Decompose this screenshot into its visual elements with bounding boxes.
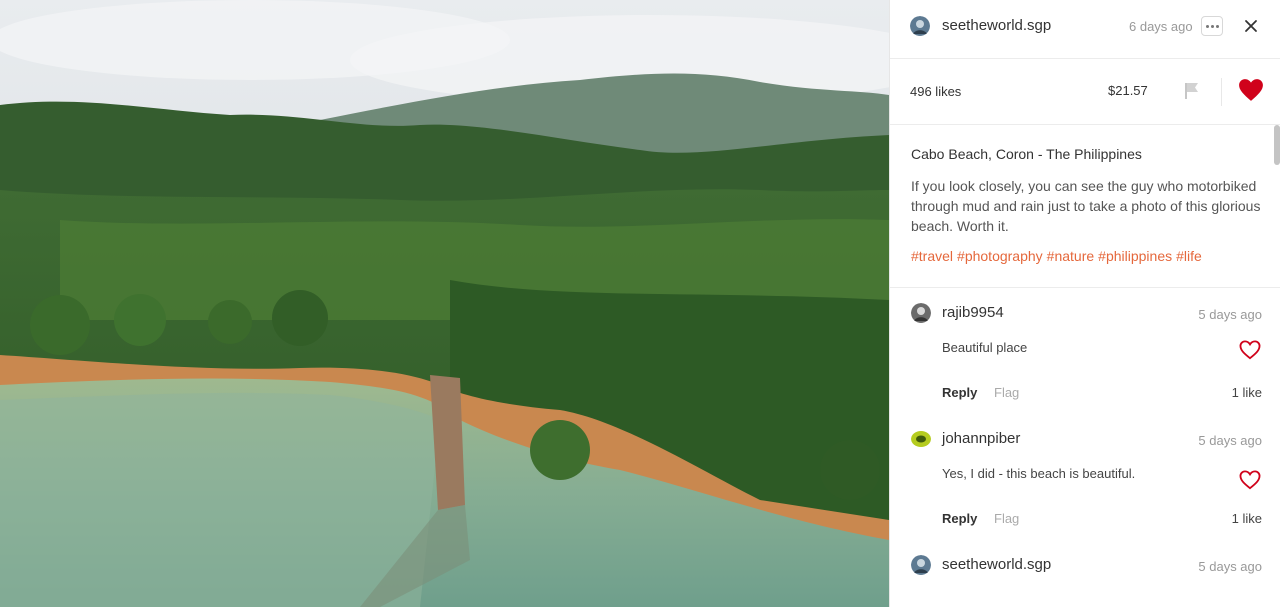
comment-likes[interactable]: 1 like bbox=[1232, 511, 1262, 526]
post-tags: #travel #photography #nature #philippines #l… bbox=[911, 248, 1261, 264]
flag-button[interactable]: Flag bbox=[994, 511, 1019, 526]
heart-icon[interactable] bbox=[1238, 78, 1264, 102]
comments-divider bbox=[890, 287, 1280, 288]
post-stats-bar: 496 likes $21.57 bbox=[890, 58, 1280, 125]
post-header: seetheworld.sgp 6 days ago bbox=[890, 0, 1280, 59]
commenter-avatar[interactable] bbox=[911, 555, 931, 575]
commenter-username[interactable]: seetheworld.sgp bbox=[942, 556, 1051, 573]
comment-timestamp: 5 days ago bbox=[1198, 559, 1262, 574]
tag-link[interactable]: #life bbox=[1176, 248, 1202, 264]
comment-likes[interactable]: 1 like bbox=[1232, 385, 1262, 400]
comment-timestamp: 5 days ago bbox=[1198, 433, 1262, 448]
payout-amount[interactable]: $21.57 bbox=[1108, 83, 1148, 98]
author-avatar[interactable] bbox=[910, 16, 930, 36]
commenter-avatar[interactable] bbox=[911, 429, 931, 449]
post-title: Cabo Beach, Coron - The Philippines bbox=[911, 146, 1142, 162]
post-photo[interactable] bbox=[0, 0, 889, 607]
beach-landscape-image bbox=[0, 0, 889, 607]
comment-timestamp: 5 days ago bbox=[1198, 307, 1262, 322]
tag-link[interactable]: #philippines bbox=[1098, 248, 1172, 264]
more-icon[interactable] bbox=[1201, 16, 1223, 36]
flag-button[interactable]: Flag bbox=[994, 385, 1019, 400]
post-detail-panel: seetheworld.sgp 6 days ago 496 likes $21… bbox=[889, 0, 1280, 607]
comment-text: Beautiful place bbox=[942, 340, 1028, 355]
heart-outline-icon[interactable] bbox=[1239, 340, 1261, 360]
commenter-username[interactable]: rajib9954 bbox=[942, 304, 1004, 321]
flag-icon[interactable] bbox=[1180, 80, 1204, 102]
comment-text: Yes, I did - this beach is beautiful. bbox=[942, 466, 1136, 481]
heart-outline-icon[interactable] bbox=[1239, 470, 1261, 490]
panel-scrollbar[interactable] bbox=[1274, 125, 1280, 165]
post-body: If you look closely, you can see the guy… bbox=[911, 178, 1261, 234]
reply-button[interactable]: Reply bbox=[942, 511, 977, 526]
tag-link[interactable]: #travel bbox=[911, 248, 953, 264]
likes-count[interactable]: 496 likes bbox=[910, 84, 961, 99]
reply-button[interactable]: Reply bbox=[942, 385, 977, 400]
post-timestamp: 6 days ago bbox=[1129, 19, 1193, 34]
tag-link[interactable]: #nature bbox=[1047, 248, 1094, 264]
tag-link[interactable]: #photography bbox=[957, 248, 1043, 264]
close-icon[interactable] bbox=[1241, 16, 1261, 36]
author-username[interactable]: seetheworld.sgp bbox=[942, 17, 1051, 34]
commenter-avatar[interactable] bbox=[911, 303, 931, 323]
stats-divider bbox=[1221, 78, 1222, 106]
commenter-username[interactable]: johannpiber bbox=[942, 430, 1020, 447]
post-description: Cabo Beach, Coron - The Philippines If y… bbox=[911, 146, 1261, 264]
